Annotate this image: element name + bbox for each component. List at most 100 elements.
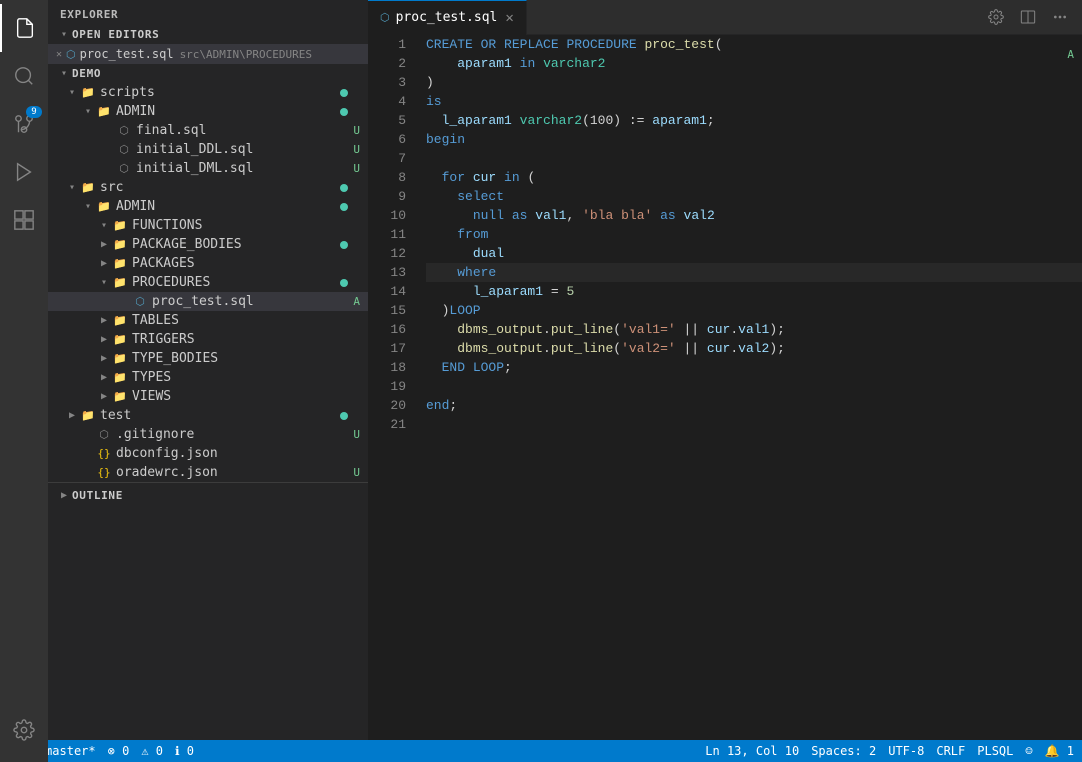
split-editor-icon[interactable]: [1014, 3, 1042, 31]
token-plain: ;: [504, 358, 512, 377]
code-line: dbms_output.put_line('val2=' || cur.val2…: [426, 339, 1082, 358]
demo-header[interactable]: ▾ DEMO: [48, 64, 368, 83]
token-kw: REPLACE: [504, 35, 559, 54]
scripts-admin-label: ADMIN: [116, 104, 155, 119]
search-icon[interactable]: [0, 52, 48, 100]
final-sql-badge: U: [353, 124, 360, 137]
editor-area: ⬡ proc_test.sql ✕: [368, 0, 1082, 740]
scripts-admin-folder[interactable]: ▾ 📁 ADMIN: [48, 102, 368, 121]
src-folder[interactable]: ▾ 📁 src: [48, 178, 368, 197]
procedures-label: PROCEDURES: [132, 275, 210, 290]
warnings-status[interactable]: ⚠ 0: [141, 744, 163, 758]
src-admin-folder[interactable]: ▾ 📁 ADMIN: [48, 197, 368, 216]
triggers-folder[interactable]: ▶ 📁 TRIGGERS: [48, 330, 368, 349]
open-editor-item[interactable]: ✕ ⬡ proc_test.sql src\ADMIN\PROCEDURES A: [48, 44, 368, 64]
token-plain: ||: [676, 339, 707, 358]
sidebar: EXPLORER ▾ OPEN EDITORS ✕ ⬡ proc_test.sq…: [48, 0, 368, 740]
views-chevron: ▶: [96, 391, 112, 402]
settings-icon[interactable]: [0, 706, 48, 754]
packages-folder[interactable]: ▶ 📁 PACKAGES: [48, 254, 368, 273]
errors-status[interactable]: ⊗ 0: [108, 744, 130, 758]
folder-icon: 📁: [80, 409, 96, 422]
token-fn: dbms_output: [457, 339, 543, 358]
sql-file-icon: ⬡: [132, 295, 148, 308]
final-sql-item[interactable]: ⬡ final.sql U: [48, 121, 368, 140]
token-plain: [504, 206, 512, 225]
debug-icon[interactable]: [0, 148, 48, 196]
info-status[interactable]: ℹ 0: [175, 744, 194, 758]
token-plain: [496, 168, 504, 187]
source-control-icon[interactable]: 9: [0, 100, 48, 148]
token-plain: .: [730, 320, 738, 339]
line-number: 2: [384, 54, 406, 73]
line-number: 18: [384, 358, 406, 377]
extensions-icon[interactable]: [0, 196, 48, 244]
test-folder[interactable]: ▶ 📁 test: [48, 406, 368, 425]
types-folder[interactable]: ▶ 📁 TYPES: [48, 368, 368, 387]
package-bodies-folder[interactable]: ▶ 📁 PACKAGE_BODIES: [48, 235, 368, 254]
code-line: select: [426, 187, 1082, 206]
src-label: src: [100, 180, 123, 195]
more-actions-icon[interactable]: [1046, 3, 1074, 31]
token-kw: for: [442, 168, 465, 187]
spaces-status[interactable]: Spaces: 2: [811, 744, 876, 758]
tab-file-icon: ⬡: [380, 11, 390, 24]
position-status[interactable]: Ln 13, Col 10: [705, 744, 799, 758]
line-number: 6: [384, 130, 406, 149]
line-number: 9: [384, 187, 406, 206]
functions-folder[interactable]: ▾ 📁 FUNCTIONS: [48, 216, 368, 235]
oradewrc-item[interactable]: {} oradewrc.json U: [48, 463, 368, 482]
package-bodies-chevron: ▶: [96, 239, 112, 250]
tables-folder[interactable]: ▶ 📁 TABLES: [48, 311, 368, 330]
proc-test-sql-label: proc_test.sql: [152, 294, 254, 309]
token-var: l_aparam1: [442, 111, 512, 130]
token-plain: [496, 35, 504, 54]
line-numbers: 123456789101112131415161718192021: [368, 35, 418, 740]
outline-header[interactable]: ▶ OUTLINE: [48, 486, 368, 505]
gitignore-label: .gitignore: [116, 427, 194, 442]
type-bodies-folder[interactable]: ▶ 📁 TYPE_BODIES: [48, 349, 368, 368]
line-number: 1: [384, 35, 406, 54]
type-bodies-label: TYPE_BODIES: [132, 351, 218, 366]
line-number: 10: [384, 206, 406, 225]
code-content[interactable]: CREATE OR REPLACE PROCEDURE proc_test( a…: [418, 35, 1082, 740]
tab-proc-test[interactable]: ⬡ proc_test.sql ✕: [368, 0, 527, 35]
token-plain: [652, 206, 660, 225]
procedures-folder[interactable]: ▾ 📁 PROCEDURES: [48, 273, 368, 292]
code-line: dbms_output.put_line('val1=' || cur.val1…: [426, 320, 1082, 339]
token-plain: ;: [707, 111, 715, 130]
token-plain: (100) :=: [582, 111, 652, 130]
language-status[interactable]: PLSQL: [977, 744, 1013, 758]
close-file-icon[interactable]: ✕: [56, 49, 62, 60]
code-editor[interactable]: 123456789101112131415161718192021 CREATE…: [368, 35, 1082, 740]
package-bodies-dot: [340, 241, 348, 249]
gitignore-item[interactable]: ⬡ .gitignore U: [48, 425, 368, 444]
token-plain: =: [543, 282, 566, 301]
initial-ddl-item[interactable]: ⬡ initial_DDL.sql U: [48, 140, 368, 159]
notifications-label: 🔔 1: [1045, 744, 1074, 758]
final-sql-label: final.sql: [136, 123, 206, 138]
folder-icon: 📁: [80, 86, 96, 99]
notifications-status[interactable]: 🔔 1: [1045, 744, 1074, 758]
files-icon[interactable]: [0, 4, 48, 52]
settings-gear-icon[interactable]: [982, 3, 1010, 31]
code-line: [426, 149, 1082, 168]
open-editors-header[interactable]: ▾ OPEN EDITORS: [48, 25, 368, 44]
activity-bar: 9: [0, 0, 48, 762]
initial-dml-item[interactable]: ⬡ initial_DML.sql U: [48, 159, 368, 178]
code-line: [426, 415, 1082, 434]
proc-test-sql-item[interactable]: ⬡ proc_test.sql A: [48, 292, 368, 311]
token-var: aparam1: [457, 54, 512, 73]
smiley-status[interactable]: ☺: [1025, 744, 1032, 758]
eol-label: CRLF: [936, 744, 965, 758]
views-folder[interactable]: ▶ 📁 VIEWS: [48, 387, 368, 406]
eol-status[interactable]: CRLF: [936, 744, 965, 758]
tab-close-button[interactable]: ✕: [505, 10, 513, 26]
dbconfig-item[interactable]: {} dbconfig.json: [48, 444, 368, 463]
packages-label: PACKAGES: [132, 256, 195, 271]
encoding-status[interactable]: UTF-8: [888, 744, 924, 758]
token-plain: [637, 35, 645, 54]
proc-test-sql-badge: A: [353, 295, 360, 308]
outline-label: OUTLINE: [72, 489, 123, 502]
scripts-folder[interactable]: ▾ 📁 scripts: [48, 83, 368, 102]
